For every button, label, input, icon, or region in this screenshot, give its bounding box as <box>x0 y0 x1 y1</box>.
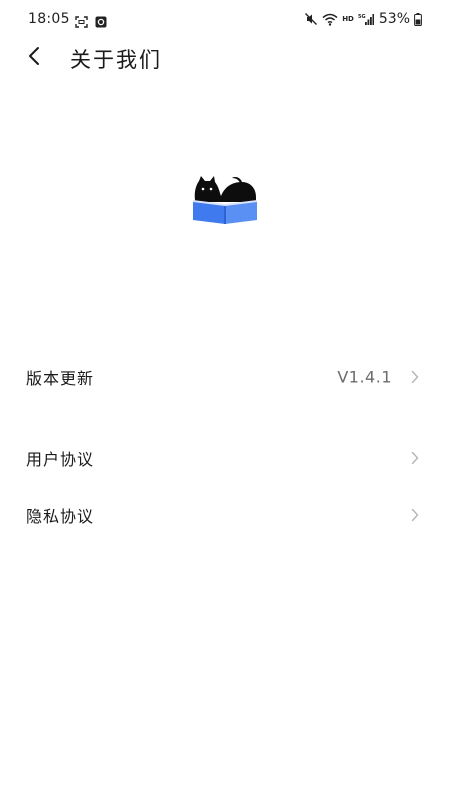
cat-on-book-logo <box>193 176 257 224</box>
privacy-agreement-row[interactable]: 隐私协议 <box>0 490 450 540</box>
row-label: 隐私协议 <box>26 507 95 526</box>
chevron-left-icon <box>27 46 41 70</box>
chevron-right-icon <box>410 369 420 385</box>
version-update-row[interactable]: 版本更新 V1.4.1 <box>0 352 450 402</box>
title-bar: 关于我们 <box>0 38 450 78</box>
app-logo <box>190 174 260 226</box>
notification-app-icon <box>95 13 107 32</box>
user-agreement-row[interactable]: 用户协议 <box>0 433 450 483</box>
page-title: 关于我们 <box>70 48 162 72</box>
battery-icon <box>414 12 422 26</box>
status-indicators: HD 5G 53% <box>300 10 422 28</box>
row-label: 版本更新 <box>26 369 95 388</box>
screenshot-icon <box>75 13 88 32</box>
battery-percent: 53% <box>378 11 410 27</box>
row-label: 用户协议 <box>26 450 95 469</box>
chevron-right-icon <box>410 507 420 523</box>
version-value: V1.4.1 <box>337 367 392 387</box>
chevron-right-icon <box>410 450 420 466</box>
wifi-icon <box>322 13 338 26</box>
status-time: 18:05 <box>28 11 70 27</box>
signal-icon: 5G <box>358 13 374 26</box>
status-bar: 18:05 HD 5G 53% <box>0 0 450 38</box>
network-label: HD <box>342 15 354 23</box>
svg-text:5G: 5G <box>358 14 366 20</box>
mute-icon <box>304 12 318 26</box>
back-button[interactable] <box>20 46 48 70</box>
